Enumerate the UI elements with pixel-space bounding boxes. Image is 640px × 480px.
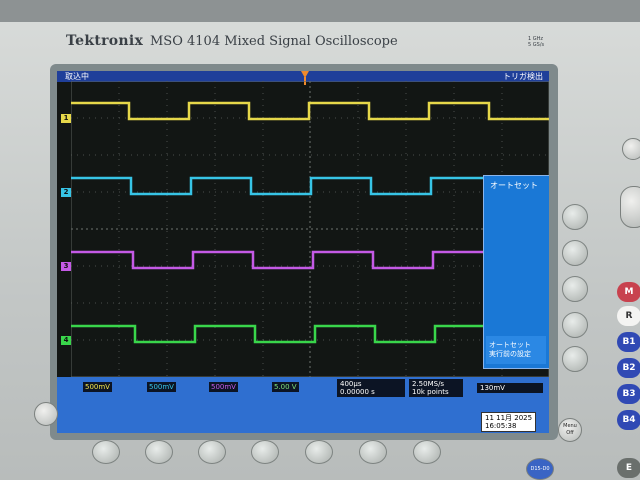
bottom-menu-key-3[interactable] xyxy=(198,440,226,464)
reference-button[interactable]: R xyxy=(617,306,640,326)
acquisition-readout: 2.50MS/s 10k points xyxy=(409,379,463,397)
timebase-value: 400μs xyxy=(340,380,362,388)
sample-rate-value: 2.50MS/s xyxy=(412,380,445,388)
top-strip xyxy=(0,0,640,22)
bottom-menu-key-6[interactable] xyxy=(359,440,387,464)
side-menu-key-2[interactable] xyxy=(562,240,588,266)
timebase-readout: 400μs 0.00000 s xyxy=(337,379,405,397)
record-length-value: 10k points xyxy=(412,388,449,396)
brand-logo: Tektronix xyxy=(66,33,144,49)
bus-b2-button[interactable]: B2 xyxy=(617,358,640,378)
waveform-graticule xyxy=(71,81,549,377)
bus-b4-button[interactable]: B4 xyxy=(617,410,640,430)
side-menu-key-5[interactable] xyxy=(562,346,588,372)
channel-2-marker[interactable]: 2 xyxy=(61,188,71,197)
bottom-menu-key-2[interactable] xyxy=(145,440,173,464)
side-menu-key-4[interactable] xyxy=(562,312,588,338)
spec-line-sample-rate: 5 GS/s xyxy=(528,42,545,48)
channel-3-marker[interactable]: 3 xyxy=(61,262,71,271)
date-value: 11 11月 2025 xyxy=(485,414,533,422)
multipurpose-knob[interactable] xyxy=(620,186,640,228)
bottom-menu-key-7[interactable] xyxy=(413,440,441,464)
channel-3-trace xyxy=(71,250,549,270)
bottom-menu-key-4[interactable] xyxy=(251,440,279,464)
ch4-scale-readout: 5.00 V xyxy=(272,382,299,392)
trigger-readout: 130mV xyxy=(477,383,543,393)
bus-b1-button[interactable]: B1 xyxy=(617,332,640,352)
channel-2-trace xyxy=(71,176,549,196)
date-time-readout: 11 11月 2025 16:05:38 xyxy=(481,412,537,432)
autoset-undo-button[interactable]: オートセット 実行前の設定 xyxy=(486,336,546,364)
bottom-menu-key-1[interactable] xyxy=(92,440,120,464)
channel-4-marker[interactable]: 4 xyxy=(61,336,71,345)
ch2-scale-readout: 500mV xyxy=(147,382,176,392)
side-menu-panel: オートセット オートセット 実行前の設定 xyxy=(483,175,549,369)
side-menu-key-3[interactable] xyxy=(562,276,588,302)
spec-label: 1 GHz 5 GS/s xyxy=(528,36,544,48)
d15-d0-button[interactable]: D15-D0 xyxy=(526,458,554,480)
screen-power-button[interactable] xyxy=(34,402,58,426)
side-menu-title: オートセット xyxy=(490,181,538,190)
model-label: MSO 4104 Mixed Signal Oscilloscope xyxy=(150,34,398,49)
autoset-undo-label: オートセット 実行前の設定 xyxy=(489,341,531,358)
ch3-scale-readout: 500mV xyxy=(209,382,238,392)
trigger-level-value: 130mV xyxy=(480,384,505,392)
channel-1-trace xyxy=(71,101,549,121)
select-knob-button[interactable] xyxy=(622,138,640,160)
oscilloscope-screen: 取込中 トリガ検出 1 2 3 4 オートセット オートセット 実行前の設定 5… xyxy=(57,71,549,433)
side-menu-key-1[interactable] xyxy=(562,204,588,230)
menu-off-button[interactable]: Menu Off xyxy=(558,418,582,442)
channel-1-marker[interactable]: 1 xyxy=(61,114,71,123)
channel-4-trace xyxy=(71,324,549,344)
e-button[interactable]: E xyxy=(617,458,640,478)
time-value: 16:05:38 xyxy=(485,422,517,430)
bus-b3-button[interactable]: B3 xyxy=(617,384,640,404)
ch1-scale-readout: 500mV xyxy=(83,382,112,392)
readout-panel: 500mV 500mV 500mV 5.00 V 400μs 0.00000 s… xyxy=(57,377,549,433)
horizontal-position-value: 0.00000 s xyxy=(340,388,375,396)
math-button[interactable]: M xyxy=(617,282,640,302)
bottom-menu-key-5[interactable] xyxy=(305,440,333,464)
